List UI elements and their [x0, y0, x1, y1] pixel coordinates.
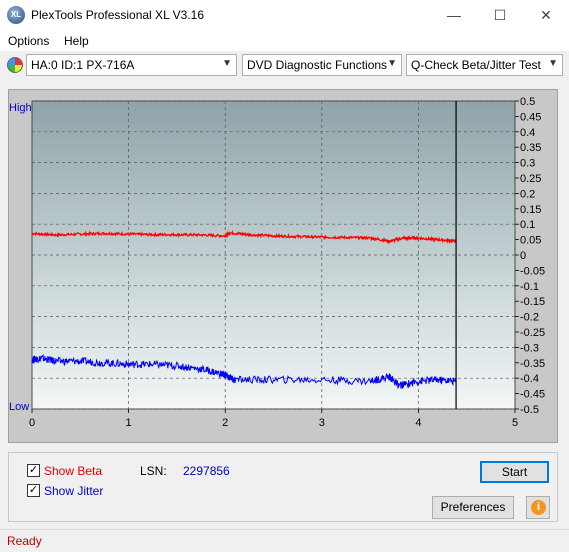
y-tick-label: 0.1 — [520, 219, 535, 231]
y-tick-label: -0.45 — [520, 389, 545, 401]
lsn-label: LSN: — [140, 464, 167, 478]
chevron-down-icon: ▼ — [548, 58, 558, 69]
y-tick-labels: 0.5 0.45 0.4 0.35 0.3 0.25 0.2 0.15 0.1 0.05 0 -0.0… — [515, 96, 545, 416]
y-axis-high-label: High — [9, 102, 32, 114]
x-tick-labels: 0 1 2 3 4 5 — [29, 409, 518, 429]
y-tick-label: 0.05 — [520, 235, 541, 247]
start-button[interactable]: Start — [480, 461, 549, 483]
menu-bar: Options Help — [0, 31, 569, 51]
function-select-value: DVD Diagnostic Functions — [247, 58, 388, 72]
lsn-value: 2297856 — [183, 464, 230, 478]
function-select[interactable]: DVD Diagnostic Functions ▼ — [242, 54, 402, 76]
y-tick-label: -0.15 — [520, 296, 545, 308]
y-tick-label: 0.45 — [520, 111, 541, 123]
maximize-button[interactable]: ☐ — [477, 0, 523, 31]
status-bar: Ready — [0, 529, 569, 552]
chevron-down-icon: ▼ — [387, 58, 397, 69]
drive-icon — [7, 57, 23, 73]
chevron-down-icon: ▼ — [222, 58, 232, 69]
y-tick-label: -0.2 — [520, 312, 539, 324]
y-tick-label: -0.3 — [520, 342, 539, 354]
y-tick-label: 0.5 — [520, 96, 535, 108]
drive-select[interactable]: HA:0 ID:1 PX-716A ▼ — [26, 54, 237, 76]
preferences-button[interactable]: Preferences — [432, 496, 514, 519]
minimize-button[interactable]: — — [431, 0, 477, 31]
show-jitter-label: Show Jitter — [44, 484, 104, 498]
y-tick-label: -0.25 — [520, 327, 545, 339]
menu-options[interactable]: Options — [8, 34, 49, 48]
status-text: Ready — [7, 534, 42, 548]
y-axis-low-label: Low — [9, 401, 29, 413]
test-select-value: Q-Check Beta/Jitter Test — [411, 58, 541, 72]
close-button[interactable]: ✕ — [523, 0, 569, 31]
drive-select-value: HA:0 ID:1 PX-716A — [31, 58, 135, 72]
y-tick-label: 0.15 — [520, 204, 541, 216]
title-bar: XL PlexTools Professional XL V3.16 — ☐ ✕ — [0, 0, 569, 31]
y-tick-label: -0.4 — [520, 373, 539, 385]
x-tick-label: 1 — [126, 417, 132, 429]
x-tick-label: 2 — [222, 417, 228, 429]
beta-jitter-chart: High Low 0.50.450.40.350.30.250.20.150.1… — [9, 96, 545, 429]
y-tick-label: 0.3 — [520, 158, 535, 170]
y-tick-label: 0.4 — [520, 127, 535, 139]
y-tick-label: -0.1 — [520, 281, 539, 293]
menu-help[interactable]: Help — [64, 34, 89, 48]
y-tick-label: 0.2 — [520, 188, 535, 200]
y-tick-label: -0.5 — [520, 404, 539, 416]
test-select[interactable]: Q-Check Beta/Jitter Test ▼ — [406, 54, 563, 76]
x-tick-label: 4 — [415, 417, 421, 429]
show-jitter-checkbox[interactable]: ✓ — [27, 484, 40, 497]
x-tick-label: 3 — [319, 417, 325, 429]
y-tick-label: 0.35 — [520, 142, 541, 154]
y-tick-label: 0 — [520, 250, 526, 262]
chart-panel: High Low 0.5 0.45 0.4 0.35 0.3 0.25 0.2 0.15 0.1… — [8, 89, 558, 443]
x-tick-label: 5 — [512, 417, 518, 429]
y-tick-label: 0.25 — [520, 173, 541, 185]
window-title: PlexTools Professional XL V3.16 — [31, 8, 204, 22]
info-button[interactable]: i — [526, 496, 550, 519]
show-beta-label: Show Beta — [44, 464, 103, 478]
show-beta-checkbox[interactable]: ✓ — [27, 464, 40, 477]
info-icon: i — [531, 500, 546, 515]
y-tick-label: -0.35 — [520, 358, 545, 370]
y-tick-label: -0.05 — [520, 265, 545, 277]
app-logo-icon: XL — [7, 6, 25, 24]
x-tick-label: 0 — [29, 417, 35, 429]
